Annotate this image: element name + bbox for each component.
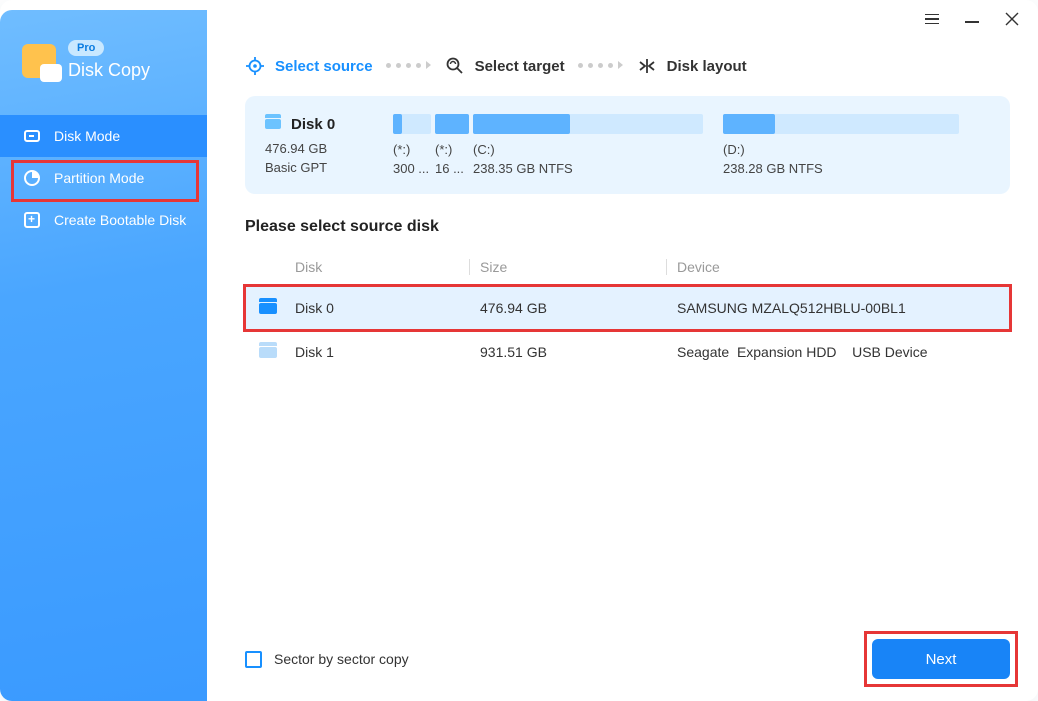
table-row[interactable]: Disk 1 931.51 GB Seagate Expansion HDD U…: [245, 330, 1010, 374]
minimize-button[interactable]: [964, 11, 980, 27]
selected-disk-card: Disk 0 476.94 GB Basic GPT (*:) 300 ... …: [245, 96, 1010, 194]
col-device: Device: [677, 259, 1002, 275]
cell-disk: Disk 0: [295, 300, 469, 316]
app-window: Pro Disk Copy Disk Mode Partition Mode C…: [0, 0, 1038, 701]
partition-drive: (C:): [473, 142, 703, 157]
next-button[interactable]: Next: [872, 639, 1010, 679]
cell-device: SAMSUNG MZALQ512HBLU-00BL1: [677, 300, 1002, 316]
prompt-text: Please select source disk: [245, 218, 1010, 236]
step-separator: [573, 63, 629, 70]
sidebar-item-label: Partition Mode: [54, 170, 144, 186]
disk-size: 476.94 GB: [265, 141, 393, 156]
table-row[interactable]: Disk 0 476.94 GB SAMSUNG MZALQ512HBLU-00…: [245, 286, 1010, 330]
step-select-source[interactable]: Select source: [245, 56, 373, 76]
sidebar-item-disk-mode[interactable]: Disk Mode: [0, 115, 207, 157]
footer: Sector by sector copy Next: [245, 639, 1010, 679]
partition-info: 300 ...: [393, 161, 431, 176]
checkbox-icon[interactable]: [245, 651, 262, 668]
step-separator: [381, 63, 437, 70]
close-button[interactable]: [1004, 11, 1020, 27]
cell-size: 931.51 GB: [480, 344, 666, 360]
disk-icon: [259, 347, 277, 358]
partition[interactable]: (D:) 238.28 GB NTFS: [723, 114, 959, 176]
cell-device: Seagate Expansion HDD USB Device: [677, 344, 1002, 360]
partition-info: 238.28 GB NTFS: [723, 161, 959, 176]
partition-mode-icon: [22, 168, 42, 188]
partition-drive: (*:): [393, 142, 431, 157]
col-disk: Disk: [295, 259, 469, 275]
crosshair-icon: [245, 56, 265, 76]
step-disk-layout[interactable]: Disk layout: [637, 56, 747, 76]
disk-type: Basic GPT: [265, 160, 393, 175]
menu-icon[interactable]: [924, 11, 940, 27]
checkbox-label: Sector by sector copy: [274, 651, 409, 667]
pro-badge: Pro: [68, 40, 104, 56]
cell-disk: Disk 1: [295, 344, 469, 360]
sidebar-item-create-bootable[interactable]: Create Bootable Disk: [0, 199, 207, 241]
sidebar-item-label: Disk Mode: [54, 128, 120, 144]
sidebar-nav: Disk Mode Partition Mode Create Bootable…: [0, 115, 207, 241]
app-name: Disk Copy: [68, 60, 150, 81]
target-search-icon: [445, 56, 465, 76]
partition-bars: (*:) 300 ... (*:) 16 ... (C:) 238.35 GB …: [393, 114, 990, 176]
disk-name: Disk 0: [291, 116, 335, 133]
disk-table: Disk Size Device Disk 0 476.94 GB SAMSUN…: [245, 248, 1010, 374]
sidebar-item-label: Create Bootable Disk: [54, 212, 186, 228]
disk-mode-icon: [22, 126, 42, 146]
partition-info: 16 ...: [435, 161, 469, 176]
table-header-row: Disk Size Device: [245, 248, 1010, 286]
step-label: Disk layout: [667, 58, 747, 75]
step-label: Select target: [475, 58, 565, 75]
partition-drive: (D:): [723, 142, 959, 157]
partition[interactable]: (*:) 16 ...: [435, 114, 469, 176]
partition[interactable]: (C:) 238.35 GB NTFS: [473, 114, 703, 176]
step-select-target[interactable]: Select target: [445, 56, 565, 76]
layout-icon: [637, 56, 657, 76]
logo-icon: [22, 44, 56, 78]
sidebar-item-partition-mode[interactable]: Partition Mode: [0, 157, 207, 199]
partition-drive: (*:): [435, 142, 469, 157]
partition[interactable]: (*:) 300 ...: [393, 114, 431, 176]
bootable-disk-icon: [22, 210, 42, 230]
disk-icon: [259, 303, 277, 314]
sector-copy-checkbox[interactable]: Sector by sector copy: [245, 651, 409, 668]
disk-header: Disk 0: [265, 116, 393, 133]
step-label: Select source: [275, 58, 373, 75]
disk-icon: [265, 119, 281, 129]
sidebar: Pro Disk Copy Disk Mode Partition Mode C…: [0, 10, 207, 701]
partition-info: 238.35 GB NTFS: [473, 161, 703, 176]
col-size: Size: [480, 259, 666, 275]
cell-size: 476.94 GB: [480, 300, 666, 316]
main-panel: Select source Select target Disk layout: [207, 38, 1038, 701]
app-logo: Pro Disk Copy: [0, 38, 207, 101]
wizard-steps: Select source Select target Disk layout: [245, 38, 1010, 96]
